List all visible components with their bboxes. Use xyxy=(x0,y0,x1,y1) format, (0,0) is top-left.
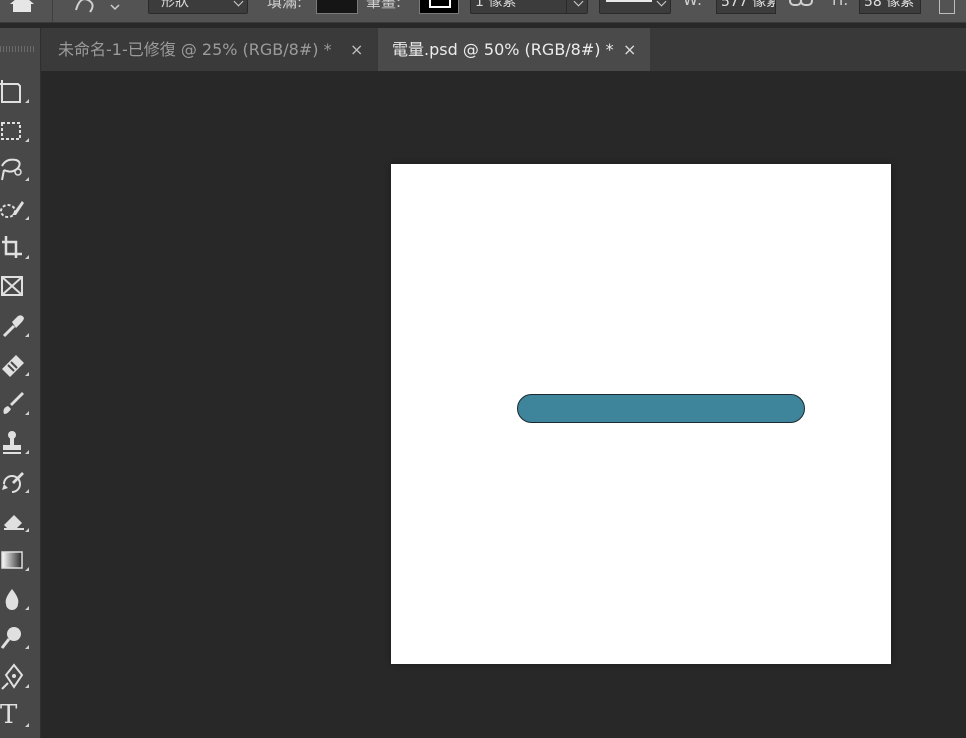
tool-flyout-indicator xyxy=(25,372,29,376)
document-canvas[interactable] xyxy=(391,164,891,664)
divider xyxy=(566,0,567,13)
options-bar: 形狀 填滿: 筆畫: 1 像素 W: 577 像素 H: 58 像素 xyxy=(0,0,966,23)
tools-panel: T xyxy=(0,28,41,738)
solid-line-icon xyxy=(606,0,652,2)
dodge-tool-icon[interactable] xyxy=(0,624,32,652)
width-input[interactable]: 577 像素 xyxy=(716,0,776,14)
fill-color-swatch[interactable] xyxy=(316,0,358,14)
tool-flyout-indicator xyxy=(25,333,29,337)
tool-flyout-indicator xyxy=(25,606,29,610)
stroke-width-select[interactable]: 1 像素 xyxy=(470,0,588,14)
tool-flyout-indicator xyxy=(25,684,29,688)
document-tab-bar: 未命名-1-已修復 @ 25% (RGB/8#) * × 電量.psd @ 50… xyxy=(40,28,966,71)
tab-title: 電量.psd @ 50% (RGB/8#) * xyxy=(392,40,614,59)
healing-brush-tool-icon[interactable] xyxy=(0,351,32,379)
tool-flyout-indicator xyxy=(25,411,29,415)
quick-selection-tool-icon[interactable] xyxy=(0,195,32,223)
lasso-tool-icon[interactable] xyxy=(0,156,32,184)
gradient-tool-icon[interactable] xyxy=(0,546,32,574)
height-input[interactable]: 58 像素 xyxy=(859,0,921,14)
artboard-tool-icon[interactable] xyxy=(0,78,32,106)
stroke-color-swatch[interactable] xyxy=(419,0,459,14)
tool-flyout-indicator xyxy=(25,216,29,220)
divider xyxy=(52,0,53,22)
type-tool-icon[interactable]: T xyxy=(0,700,32,730)
panel-grip[interactable] xyxy=(0,46,36,52)
tool-preset-picker[interactable] xyxy=(70,0,120,16)
tab-title: 未命名-1-已修復 @ 25% (RGB/8#) * xyxy=(58,40,332,59)
chevron-down-icon xyxy=(656,0,667,7)
brush-tool-icon[interactable] xyxy=(0,390,32,418)
clone-stamp-tool-icon[interactable] xyxy=(0,429,32,457)
type-tool-glyph: T xyxy=(0,700,18,730)
close-icon[interactable]: × xyxy=(623,28,636,71)
eraser-tool-icon[interactable] xyxy=(0,507,32,535)
tool-flyout-indicator xyxy=(25,138,29,142)
tool-mode-select[interactable]: 形狀 xyxy=(148,0,248,14)
stroke-label: 筆畫: xyxy=(366,0,402,11)
tool-flyout-indicator xyxy=(25,567,29,571)
document-tab-active[interactable]: 電量.psd @ 50% (RGB/8#) * × xyxy=(378,28,650,71)
stroke-type-select[interactable] xyxy=(599,0,671,14)
history-brush-tool-icon[interactable] xyxy=(0,468,32,496)
tool-flyout-indicator xyxy=(25,489,29,493)
blur-tool-icon[interactable] xyxy=(0,585,32,613)
frame-tool-icon[interactable] xyxy=(0,273,32,301)
fill-label: 填滿: xyxy=(267,0,303,11)
tool-flyout-indicator xyxy=(25,177,29,181)
eyedropper-tool-icon[interactable] xyxy=(0,312,32,340)
tool-flyout-indicator xyxy=(25,645,29,649)
tool-flyout-indicator xyxy=(25,255,29,259)
marquee-tool-icon[interactable] xyxy=(0,117,32,145)
tool-flyout-indicator xyxy=(25,450,29,454)
crop-tool-icon[interactable] xyxy=(0,234,32,262)
rounded-rectangle-shape[interactable] xyxy=(517,394,805,423)
close-icon[interactable]: × xyxy=(350,28,363,71)
link-icon[interactable] xyxy=(788,0,816,9)
stroke-width-value: 1 像素 xyxy=(475,0,517,10)
width-label: W: xyxy=(683,0,703,9)
path-operations-icon[interactable] xyxy=(939,0,955,14)
chevron-down-icon xyxy=(110,4,120,11)
tool-flyout-indicator xyxy=(25,723,29,727)
tool-flyout-indicator xyxy=(25,528,29,532)
home-icon[interactable] xyxy=(6,0,38,14)
tool-flyout-indicator xyxy=(25,99,29,103)
height-label: H: xyxy=(832,0,849,9)
pen-preset-icon xyxy=(75,0,94,13)
chevron-down-icon xyxy=(233,0,244,7)
tool-mode-value: 形狀 xyxy=(161,0,189,10)
pen-tool-icon[interactable] xyxy=(0,663,32,691)
document-tab-untitled[interactable]: 未命名-1-已修復 @ 25% (RGB/8#) * × xyxy=(42,28,376,71)
chevron-down-icon xyxy=(573,0,584,7)
